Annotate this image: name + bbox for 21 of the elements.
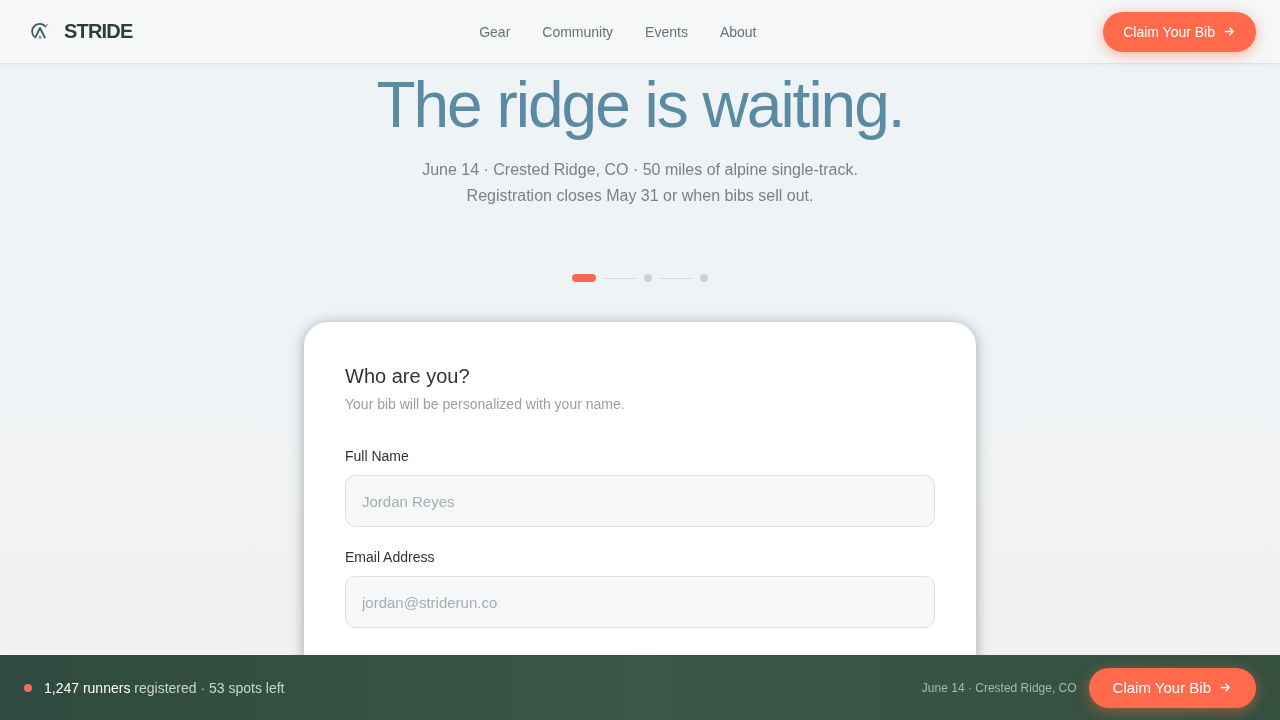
hero-headline: The ridge is waiting.	[376, 70, 904, 140]
claim-bib-button[interactable]: Claim Your Bib	[1088, 667, 1256, 708]
field-label: Full Name	[345, 447, 410, 466]
status-dot-icon	[24, 683, 32, 692]
mountain-logo-icon[interactable]	[30, 21, 50, 42]
text-input-field[interactable]: Jordan Reyes	[345, 475, 935, 527]
brand-name[interactable]: STRIDE	[64, 20, 133, 43]
nav-link[interactable]: Events	[645, 23, 688, 40]
hero-subtitle: June 14 · Crested Ridge, CO · 50 miles of alpine single-track. Registration closes May 31 or when bibs sell out.	[421, 160, 859, 206]
nav-link[interactable]: About	[719, 23, 757, 40]
claim-bib-button[interactable]: Claim Your Bib	[1103, 11, 1256, 52]
nav-link[interactable]: Gear	[479, 23, 511, 40]
arrow-right-icon	[1224, 26, 1235, 37]
arrow-right-icon	[1220, 682, 1231, 693]
text-input-field[interactable]: jordan@striderun.co	[345, 576, 935, 628]
registration-count-text: 1,247 runners registered · 53 spots left	[44, 679, 285, 696]
form-heading: Who are you?	[345, 364, 471, 389]
field-label: Email Address	[345, 548, 436, 567]
nav-link[interactable]: Community	[542, 23, 614, 40]
form-subheading: Your bib will be personalized with your name.	[345, 395, 626, 414]
event-info-text: June 14 · Crested Ridge, CO	[921, 680, 1077, 695]
